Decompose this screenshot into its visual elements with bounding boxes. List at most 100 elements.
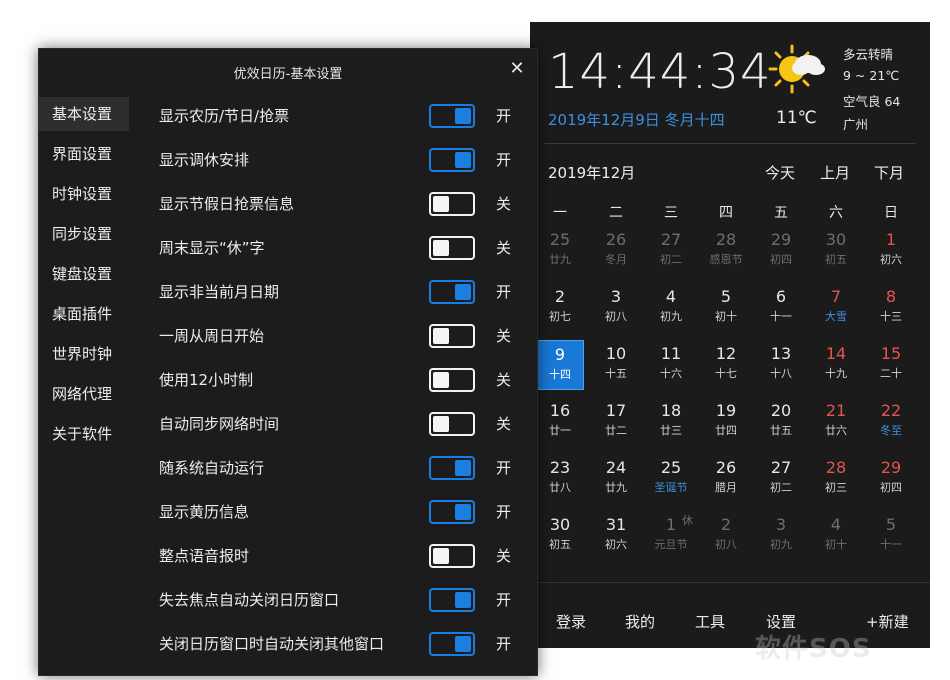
sidebar-item[interactable]: 基本设置 xyxy=(39,97,129,131)
sidebar-item[interactable]: 关于软件 xyxy=(39,417,129,451)
toggle-knob xyxy=(433,416,449,432)
sidebar-item[interactable]: 网络代理 xyxy=(39,377,129,411)
day-number: 21 xyxy=(825,401,847,420)
option-toggle[interactable] xyxy=(429,236,475,260)
option-toggle[interactable] xyxy=(429,368,475,392)
day-cell[interactable]: 28 感恩节 xyxy=(702,226,750,276)
day-cell[interactable]: 3 初八 xyxy=(592,283,640,333)
day-cell[interactable]: 26 腊月 xyxy=(702,454,750,504)
clock-time: 14:44:34 xyxy=(548,44,772,100)
lunar-date: 十三 xyxy=(880,310,902,323)
day-cell[interactable]: 1 元旦节休 xyxy=(647,511,695,561)
toggle-knob xyxy=(455,504,471,520)
option-toggle[interactable] xyxy=(429,412,475,436)
divider xyxy=(544,143,916,144)
day-cell[interactable]: 5 十一 xyxy=(867,511,915,561)
day-cell[interactable]: 21 廿六 xyxy=(812,397,860,447)
lunar-date: 初七 xyxy=(549,310,571,323)
option-toggle[interactable] xyxy=(429,544,475,568)
lunar-date: 二十 xyxy=(880,367,902,380)
day-cell[interactable]: 7 大雪 xyxy=(812,283,860,333)
date-line[interactable]: 2019年12月9日 冬月十四 xyxy=(548,109,725,130)
today-button[interactable]: 今天 xyxy=(765,162,795,183)
day-cell[interactable]: 19 廿四 xyxy=(702,397,750,447)
option-toggle[interactable] xyxy=(429,104,475,128)
day-cell[interactable]: 23 廿八 xyxy=(536,454,584,504)
option-toggle[interactable] xyxy=(429,500,475,524)
day-cell[interactable]: 2 初七 xyxy=(536,283,584,333)
sidebar-item[interactable]: 世界时钟 xyxy=(39,337,129,371)
day-cell[interactable]: 27 初二 xyxy=(757,454,805,504)
option-toggle[interactable] xyxy=(429,324,475,348)
toggle-state-label: 开 xyxy=(496,503,512,521)
day-cell[interactable]: 15 二十 xyxy=(867,340,915,390)
mine-button[interactable]: 我的 xyxy=(625,611,655,632)
option-toggle[interactable] xyxy=(429,632,475,656)
weather-city[interactable]: 广州 xyxy=(843,114,868,133)
day-cell[interactable]: 3 初九 xyxy=(757,511,805,561)
toggle-state-label: 开 xyxy=(496,107,512,125)
day-cell[interactable]: 17 廿二 xyxy=(592,397,640,447)
sidebar-item[interactable]: 键盘设置 xyxy=(39,257,129,291)
weather-desc: 多云转晴 xyxy=(843,47,894,62)
toggle-knob xyxy=(455,592,471,608)
day-cell[interactable]: 30 初五 xyxy=(536,511,584,561)
day-cell[interactable]: 4 初十 xyxy=(812,511,860,561)
day-cell[interactable]: 8 十三 xyxy=(867,283,915,333)
new-button[interactable]: +新建 xyxy=(866,611,909,632)
day-cell[interactable]: 1 初六 xyxy=(867,226,915,276)
lunar-date: 元旦节 xyxy=(654,538,688,551)
day-cell[interactable]: 6 十一 xyxy=(757,283,805,333)
lunar-date: 十一 xyxy=(770,310,792,323)
day-cell[interactable]: 29 初四 xyxy=(867,454,915,504)
sidebar-item[interactable]: 桌面插件 xyxy=(39,297,129,331)
tools-button[interactable]: 工具 xyxy=(695,611,725,632)
lunar-date: 廿五 xyxy=(770,424,792,437)
day-cell[interactable]: 13 十八 xyxy=(757,340,805,390)
day-cell[interactable]: 31 初六 xyxy=(592,511,640,561)
next-month-button[interactable]: 下月 xyxy=(874,162,904,183)
day-cell[interactable]: 10 十五 xyxy=(592,340,640,390)
toggle-state-label: 开 xyxy=(496,459,512,477)
sidebar-item[interactable]: 时钟设置 xyxy=(39,177,129,211)
air-quality: 空气良 64 xyxy=(843,94,901,109)
selected-day-cell[interactable]: 9 十四 xyxy=(536,340,584,390)
option-toggle[interactable] xyxy=(429,456,475,480)
close-icon[interactable]: ✕ xyxy=(507,59,527,79)
option-toggle[interactable] xyxy=(429,148,475,172)
day-cell[interactable]: 29 初四 xyxy=(757,226,805,276)
day-cell[interactable]: 20 廿五 xyxy=(757,397,805,447)
day-number: 23 xyxy=(549,458,571,477)
option-toggle[interactable] xyxy=(429,280,475,304)
sidebar-item[interactable]: 界面设置 xyxy=(39,137,129,171)
day-cell[interactable]: 12 十七 xyxy=(702,340,750,390)
day-cell[interactable]: 18 廿三 xyxy=(647,397,695,447)
day-cell[interactable]: 5 初十 xyxy=(702,283,750,333)
lunar-date: 初六 xyxy=(605,538,627,551)
day-number: 25 xyxy=(660,458,682,477)
day-cell[interactable]: 2 初八 xyxy=(702,511,750,561)
prev-month-button[interactable]: 上月 xyxy=(820,162,850,183)
option-toggle[interactable] xyxy=(429,588,475,612)
day-number: 17 xyxy=(605,401,627,420)
day-cell[interactable]: 14 十九 xyxy=(812,340,860,390)
day-cell[interactable]: 4 初九 xyxy=(647,283,695,333)
option-toggle[interactable] xyxy=(429,192,475,216)
lunar-date: 廿八 xyxy=(549,481,571,494)
day-cell[interactable]: 25 廿九 xyxy=(536,226,584,276)
day-cell[interactable]: 27 初二 xyxy=(647,226,695,276)
sidebar-item[interactable]: 同步设置 xyxy=(39,217,129,251)
day-cell[interactable]: 30 初五 xyxy=(812,226,860,276)
day-cell[interactable]: 22 冬至 xyxy=(867,397,915,447)
option-label: 周末显示“休”字 xyxy=(159,239,265,257)
day-cell[interactable]: 25 圣诞节 xyxy=(647,454,695,504)
day-cell[interactable]: 11 十六 xyxy=(647,340,695,390)
day-cell[interactable]: 24 廿九 xyxy=(592,454,640,504)
login-button[interactable]: 登录 xyxy=(556,611,586,632)
day-cell[interactable]: 16 廿一 xyxy=(536,397,584,447)
month-title[interactable]: 2019年12月 xyxy=(548,162,635,183)
day-cell[interactable]: 26 冬月 xyxy=(592,226,640,276)
lunar-date: 廿九 xyxy=(549,253,571,266)
lunar-date: 廿三 xyxy=(660,424,682,437)
day-cell[interactable]: 28 初三 xyxy=(812,454,860,504)
